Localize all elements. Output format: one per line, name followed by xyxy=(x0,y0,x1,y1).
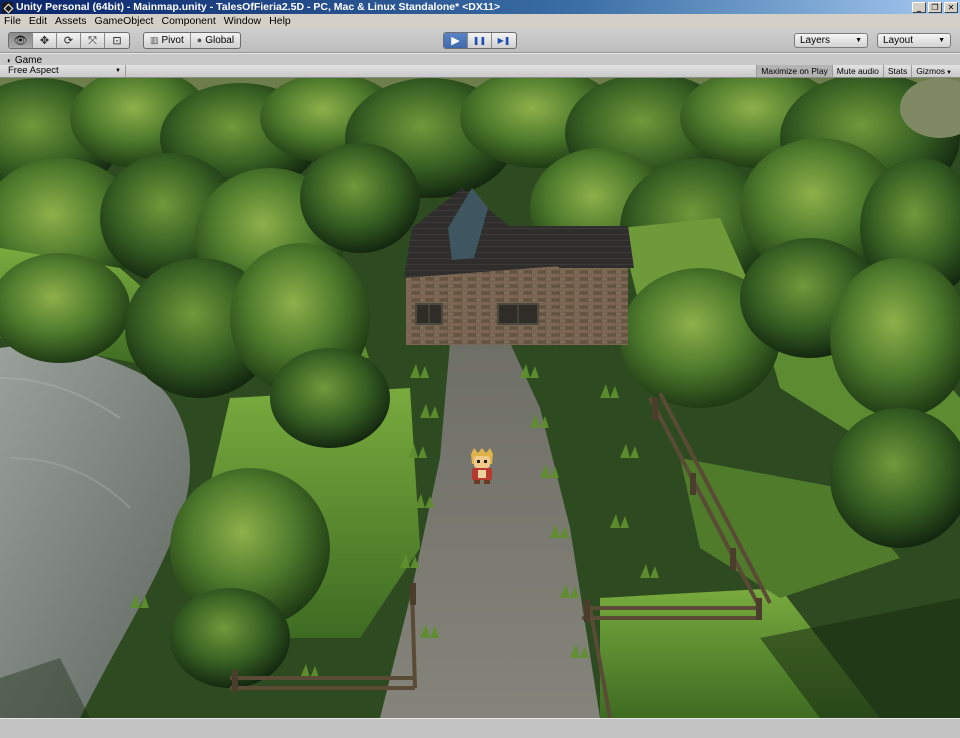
game-tab-bar: ◐ Game xyxy=(0,53,960,66)
window-title-bar[interactable]: Unity Personal (64bit) - Mainmap.unity -… xyxy=(0,0,960,14)
gizmos-dropdown[interactable]: Gizmos▼ xyxy=(911,65,956,77)
scale-tool-button[interactable]: ⤧ xyxy=(81,33,105,48)
aspect-ratio-dropdown[interactable]: Free Aspect ▼ xyxy=(2,65,126,77)
minimize-button[interactable]: _ xyxy=(912,1,926,13)
step-icon: ▶❚ xyxy=(497,36,511,45)
game-scene xyxy=(0,78,960,718)
game-controller-icon: ◐ xyxy=(7,55,12,65)
menu-window[interactable]: Window xyxy=(220,14,265,28)
rect-tool-button[interactable]: ⊡ xyxy=(105,33,129,48)
menu-edit[interactable]: Edit xyxy=(25,14,51,28)
menu-component[interactable]: Component xyxy=(157,14,219,28)
view-tool-button[interactable]: 👁 xyxy=(9,33,33,48)
pivot-global-toggles: ▥ Pivot ● Global xyxy=(143,32,242,49)
unity-logo-icon xyxy=(2,1,13,13)
pivot-button[interactable]: ▥ Pivot xyxy=(144,33,191,48)
chevron-down-icon: ▼ xyxy=(855,37,862,44)
window-title: Unity Personal (64bit) - Mainmap.unity -… xyxy=(16,1,501,13)
menu-bar: File Edit Assets GameObject Component Wi… xyxy=(0,14,960,28)
chevron-down-icon: ▼ xyxy=(946,70,952,76)
close-button[interactable]: ✕ xyxy=(944,1,958,13)
stats-toggle[interactable]: Stats xyxy=(882,65,911,77)
player-character xyxy=(471,448,493,484)
move-tool-button[interactable]: ✥ xyxy=(33,33,57,48)
scale-icon: ⤧ xyxy=(88,33,97,47)
chevron-down-icon: ▼ xyxy=(938,37,945,44)
pivot-icon: ▥ xyxy=(150,35,159,45)
mute-audio-toggle[interactable]: Mute audio xyxy=(831,65,883,77)
layout-dropdown[interactable]: Layout ▼ xyxy=(877,33,951,48)
window-controls: _ ❐ ✕ xyxy=(912,1,958,13)
main-toolbar: 👁 ✥ ⟳ ⤧ ⊡ ▥ Pivot ● Global ▶ ❚❚ ▶❚ Layers ▼… xyxy=(0,28,960,53)
maximize-on-play-toggle[interactable]: Maximize on Play xyxy=(756,65,832,77)
pause-icon: ❚❚ xyxy=(472,36,487,45)
eye-icon: 👁 xyxy=(13,34,28,47)
rect-icon: ⊡ xyxy=(112,34,122,47)
status-bar xyxy=(0,718,960,738)
game-view-toggles: Maximize on Play Mute audio Stats Gizmos… xyxy=(756,65,956,77)
play-controls: ▶ ❚❚ ▶❚ xyxy=(443,32,517,49)
move-icon: ✥ xyxy=(39,34,50,47)
global-button[interactable]: ● Global xyxy=(191,33,240,48)
global-icon: ● xyxy=(196,35,203,45)
game-view-toolbar: Free Aspect ▼ Maximize on Play Mute audi… xyxy=(0,65,960,78)
rotate-tool-button[interactable]: ⟳ xyxy=(57,33,81,48)
rotate-icon: ⟳ xyxy=(63,34,74,47)
restore-button[interactable]: ❐ xyxy=(928,1,942,13)
play-button[interactable]: ▶ xyxy=(444,33,468,48)
chevron-down-icon: ▼ xyxy=(115,68,121,74)
menu-gameobject[interactable]: GameObject xyxy=(91,14,158,28)
game-viewport[interactable] xyxy=(0,78,960,718)
layers-dropdown[interactable]: Layers ▼ xyxy=(794,33,868,48)
transform-tools: 👁 ✥ ⟳ ⤧ ⊡ xyxy=(8,32,130,49)
menu-assets[interactable]: Assets xyxy=(51,14,91,28)
play-icon: ▶ xyxy=(451,34,460,47)
menu-help[interactable]: Help xyxy=(265,14,295,28)
menu-file[interactable]: File xyxy=(0,14,25,28)
step-button[interactable]: ▶❚ xyxy=(492,33,516,48)
pause-button[interactable]: ❚❚ xyxy=(468,33,492,48)
